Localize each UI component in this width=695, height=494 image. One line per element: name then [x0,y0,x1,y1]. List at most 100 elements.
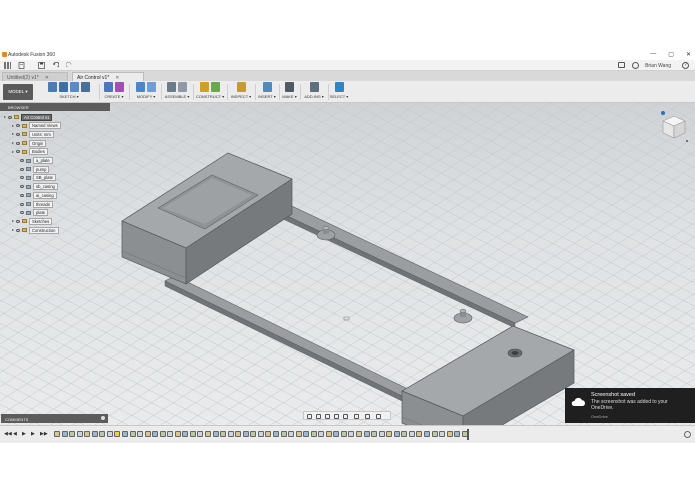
timeline-first-button[interactable]: ◀◀ [4,432,12,437]
timeline-feature[interactable] [242,431,249,437]
timeline-feature[interactable] [265,431,272,437]
browser-item[interactable]: sb_casing [20,183,58,191]
browser-item[interactable]: Construction [12,226,59,234]
timeline-feature[interactable] [423,431,430,437]
viewcube[interactable] [659,110,689,144]
toolbar-group-3[interactable]: ASSEMBLE ▾ [162,82,192,102]
tool-icon[interactable] [211,82,220,92]
visibility-icon[interactable] [20,202,24,206]
timeline-feature[interactable] [106,431,113,437]
timeline-feature[interactable] [348,431,355,437]
visibility-icon[interactable] [20,211,24,215]
timeline-feature[interactable] [91,431,98,437]
minimize-button[interactable]: — [650,51,656,58]
tool-icon[interactable] [70,82,79,92]
timeline-feature[interactable] [439,431,446,437]
maximize-button[interactable]: ▢ [668,51,674,58]
comments-toggle-icon[interactable] [101,416,105,420]
timeline-marker[interactable] [467,429,469,440]
viewports-icon[interactable] [376,413,381,419]
data-panel-icon[interactable] [4,62,11,69]
timeline-feature[interactable] [378,431,385,437]
timeline-next-button[interactable]: ▶ [31,432,36,437]
timeline-feature[interactable] [227,431,234,437]
timeline-feature[interactable] [212,431,219,437]
save-icon[interactable] [38,62,45,69]
visibility-icon[interactable] [16,132,20,136]
browser-item[interactable]: SB_plate [20,174,56,182]
grid-settings-icon[interactable] [365,413,370,419]
timeline-feature[interactable] [152,431,159,437]
visibility-icon[interactable] [20,193,24,197]
timeline-feature[interactable] [288,431,295,437]
tool-icon[interactable] [334,82,344,92]
timeline-feature[interactable] [401,431,408,437]
timeline-feature[interactable] [333,431,340,437]
close-button[interactable]: ✕ [686,51,691,58]
toolbar-group-label[interactable]: CREATE ▾ [100,94,128,99]
timeline-feature[interactable] [197,431,204,437]
tool-icon[interactable] [236,82,246,92]
toolbar-group-6[interactable]: INSERT ▾ [256,82,278,102]
tool-icon[interactable] [136,82,145,92]
visibility-icon[interactable] [20,185,24,189]
workspace-switcher[interactable]: MODEL ▾ [3,84,33,100]
visibility-icon[interactable] [20,176,24,180]
visibility-icon[interactable] [16,150,20,154]
visibility-icon[interactable] [16,219,20,223]
browser-item[interactable]: threads [20,200,53,208]
tool-icon[interactable] [48,82,57,92]
browser-item[interactable]: Sketches [12,217,53,225]
timeline-feature[interactable] [431,431,438,437]
toolbar-group-4[interactable]: CONSTRUCT ▾ [194,82,226,102]
expand-icon[interactable] [4,116,6,118]
expand-icon[interactable] [12,124,14,127]
timeline-feature[interactable] [220,431,227,437]
toolbar-group-label[interactable]: CONSTRUCT ▾ [194,94,226,99]
timeline-feature[interactable] [318,431,325,437]
toolbar-group-5[interactable]: INSPECT ▾ [228,82,254,102]
toolbar-group-label[interactable]: SELECT ▾ [329,94,349,99]
browser-item[interactable]: ai_casing [20,191,57,199]
toolbar-group-label[interactable]: MAKE ▾ [280,94,299,99]
onedrive-notification[interactable]: Screenshot saved The screenshot was adde… [565,388,695,423]
browser-item[interactable]: Units: mm [12,130,54,138]
toolbar-group-1[interactable]: CREATE ▾ [100,82,128,102]
timeline-feature[interactable] [121,431,128,437]
expand-icon[interactable] [12,133,14,136]
browser-item[interactable]: plate [20,209,49,217]
timeline-feature[interactable] [235,431,242,437]
toolbar-group-0[interactable]: SKETCH ▾ [40,82,98,102]
toolbar-group-label[interactable]: INSERT ▾ [256,94,278,99]
visibility-icon[interactable] [16,228,20,232]
timeline-feature[interactable] [257,431,264,437]
timeline-feature[interactable] [182,431,189,437]
tool-icon[interactable] [200,82,209,92]
file-icon[interactable] [18,62,25,69]
toolbar-group-label[interactable]: MODIFY ▾ [132,94,160,99]
expand-icon[interactable] [12,220,14,223]
timeline-feature[interactable] [356,431,362,437]
timeline-play-button[interactable]: ▶ [22,432,27,437]
toolbar-group-label[interactable]: ADD-INS ▾ [301,94,327,99]
tool-icon[interactable] [147,82,156,92]
timeline-feature[interactable] [189,431,196,437]
toolbar-group-7[interactable]: MAKE ▾ [280,82,299,102]
timeline-feature[interactable] [295,431,302,437]
tab-untitled[interactable]: Untitled(2) v1* ✕ [2,72,68,81]
visibility-icon[interactable] [16,124,20,128]
timeline-feature[interactable] [371,431,378,437]
tab-air-control[interactable]: Air Control v1* ✕ [72,72,144,81]
timeline-feature[interactable] [272,431,279,437]
zoom-icon[interactable] [334,413,339,419]
timeline-feature[interactable] [114,431,121,437]
toolbar-group-8[interactable]: ADD-INS ▾ [301,82,327,102]
pan-icon[interactable] [325,413,330,419]
tool-icon[interactable] [81,82,90,92]
visibility-icon[interactable] [8,115,12,119]
timeline-feature[interactable] [408,431,415,437]
timeline-feature[interactable] [159,431,166,437]
display-settings-icon[interactable] [354,413,359,419]
expand-icon[interactable] [12,142,14,145]
user-menu[interactable]: Brian Wang [645,63,671,69]
